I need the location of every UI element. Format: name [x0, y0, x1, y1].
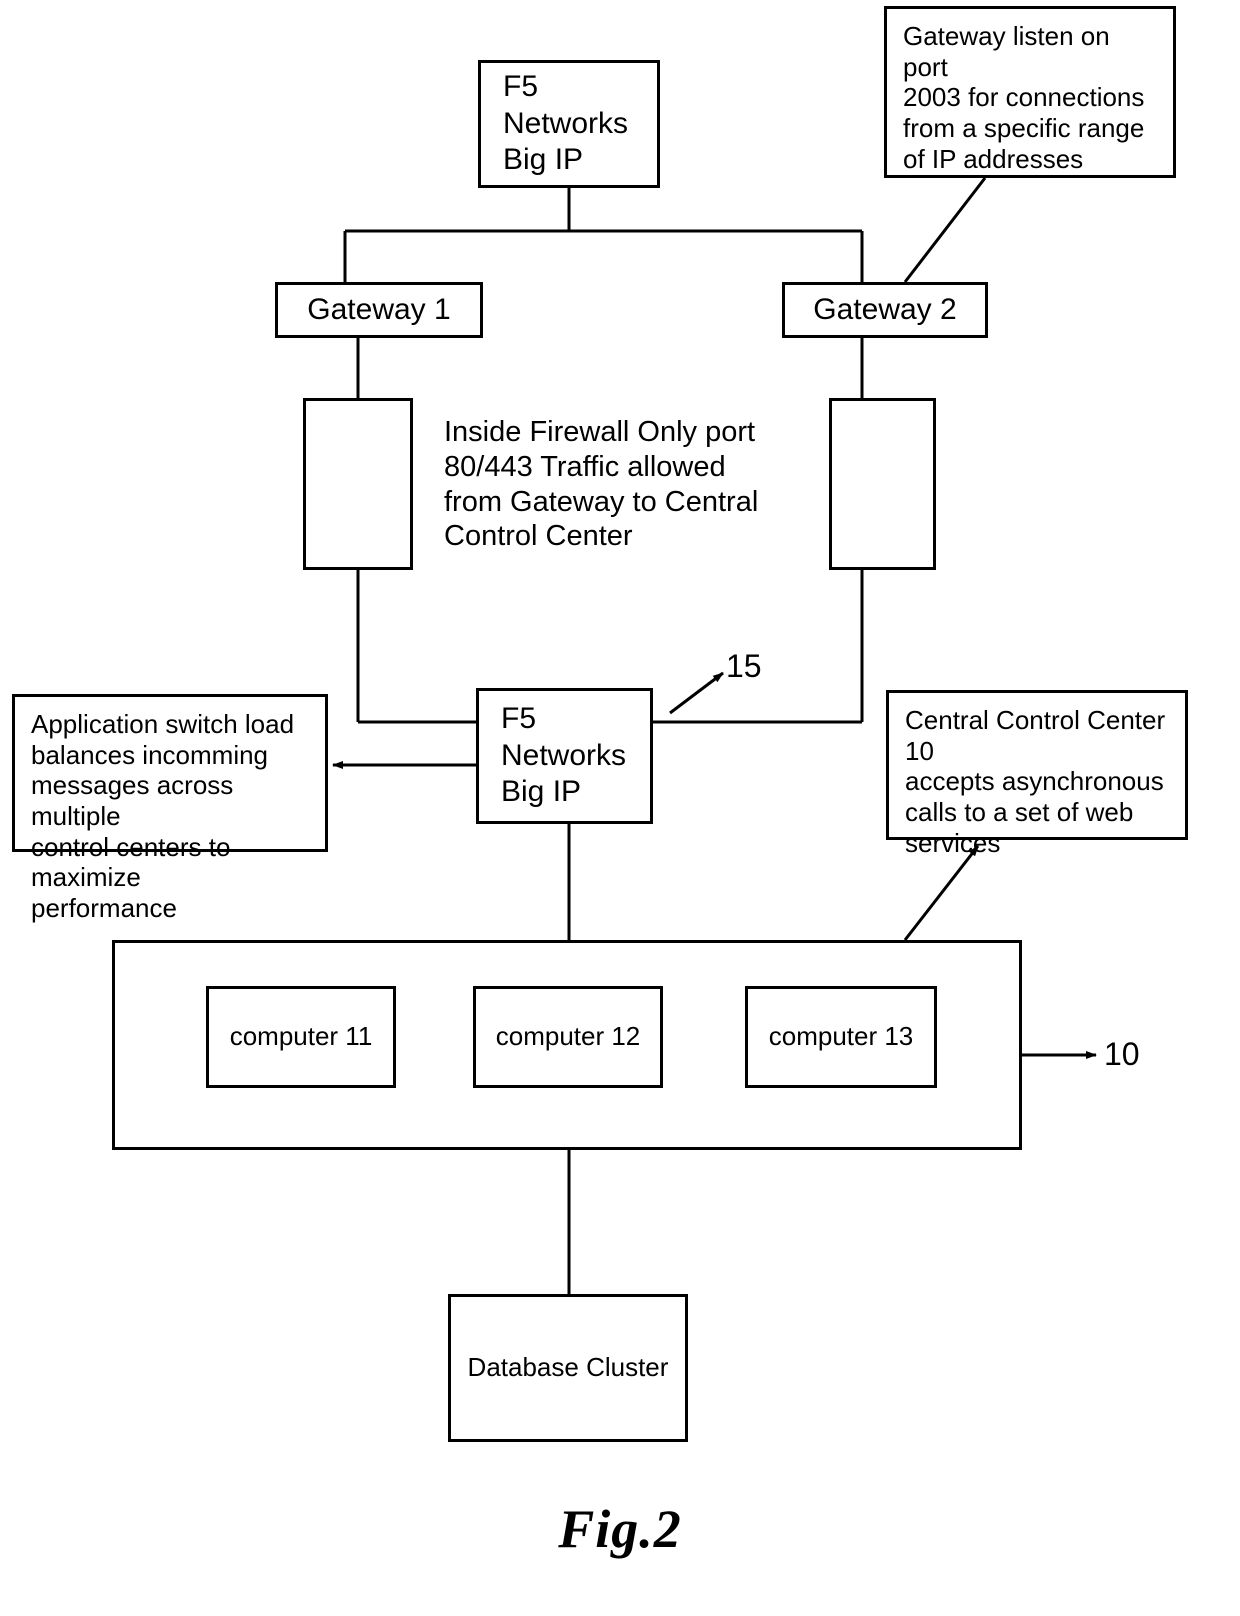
reference-leader-15: [669, 671, 724, 715]
node-label: computer 12: [495, 1021, 641, 1052]
node-label: computer 13: [768, 1021, 914, 1052]
patent-figure: F5 Networks Big IP Gateway 1 Gateway 2 F…: [0, 0, 1240, 1616]
node-label: F5 Networks Big IP: [501, 702, 627, 809]
gateway-port-note-leader: [903, 177, 987, 283]
bus-top-f5-to-gateways: [343, 188, 864, 282]
gateway-to-firewall-links: [356, 338, 864, 398]
node-label: computer 11: [229, 1021, 373, 1052]
node-gateway-1: Gateway 1: [275, 282, 483, 338]
callout-text: Gateway listen on port 2003 for connecti…: [903, 21, 1145, 174]
node-firewall-right: [829, 398, 936, 570]
figure-caption: Fig.2: [558, 1499, 682, 1559]
callout-application-switch: Application switch load balances incommi…: [12, 694, 328, 923]
node-label: Gateway 1: [307, 292, 451, 326]
callout-text: Application switch load balances incommi…: [31, 709, 295, 924]
node-firewall-left: [303, 398, 413, 570]
reference-numeral-10: 10: [1104, 1036, 1140, 1072]
node-computer-13: computer 13: [745, 986, 937, 1088]
callout-text: Central Control Center 10 accepts asynch…: [905, 705, 1166, 858]
node-label: Gateway 2: [813, 292, 957, 326]
node-label: Database Cluster: [467, 1352, 669, 1383]
ccc-note-arrow: [903, 845, 980, 941]
reference-numeral-15: 15: [726, 648, 762, 684]
note-inside-firewall: Inside Firewall Only port 80/443 Traffic…: [444, 416, 759, 553]
node-gateway-2: Gateway 2: [782, 282, 988, 338]
node-f5-networks-big-ip-top: F5 Networks Big IP: [478, 60, 660, 188]
callout-gateway-port: Gateway listen on port 2003 for connecti…: [884, 6, 1176, 178]
node-computer-12: computer 12: [473, 986, 663, 1088]
node-database-cluster: Database Cluster: [448, 1294, 688, 1442]
callout-central-control-center: Central Control Center 10 accepts asynch…: [886, 690, 1188, 858]
node-computer-11: computer 11: [206, 986, 396, 1088]
node-f5-networks-big-ip-middle: F5 Networks Big IP: [476, 688, 653, 824]
node-label: F5 Networks Big IP: [503, 70, 629, 177]
